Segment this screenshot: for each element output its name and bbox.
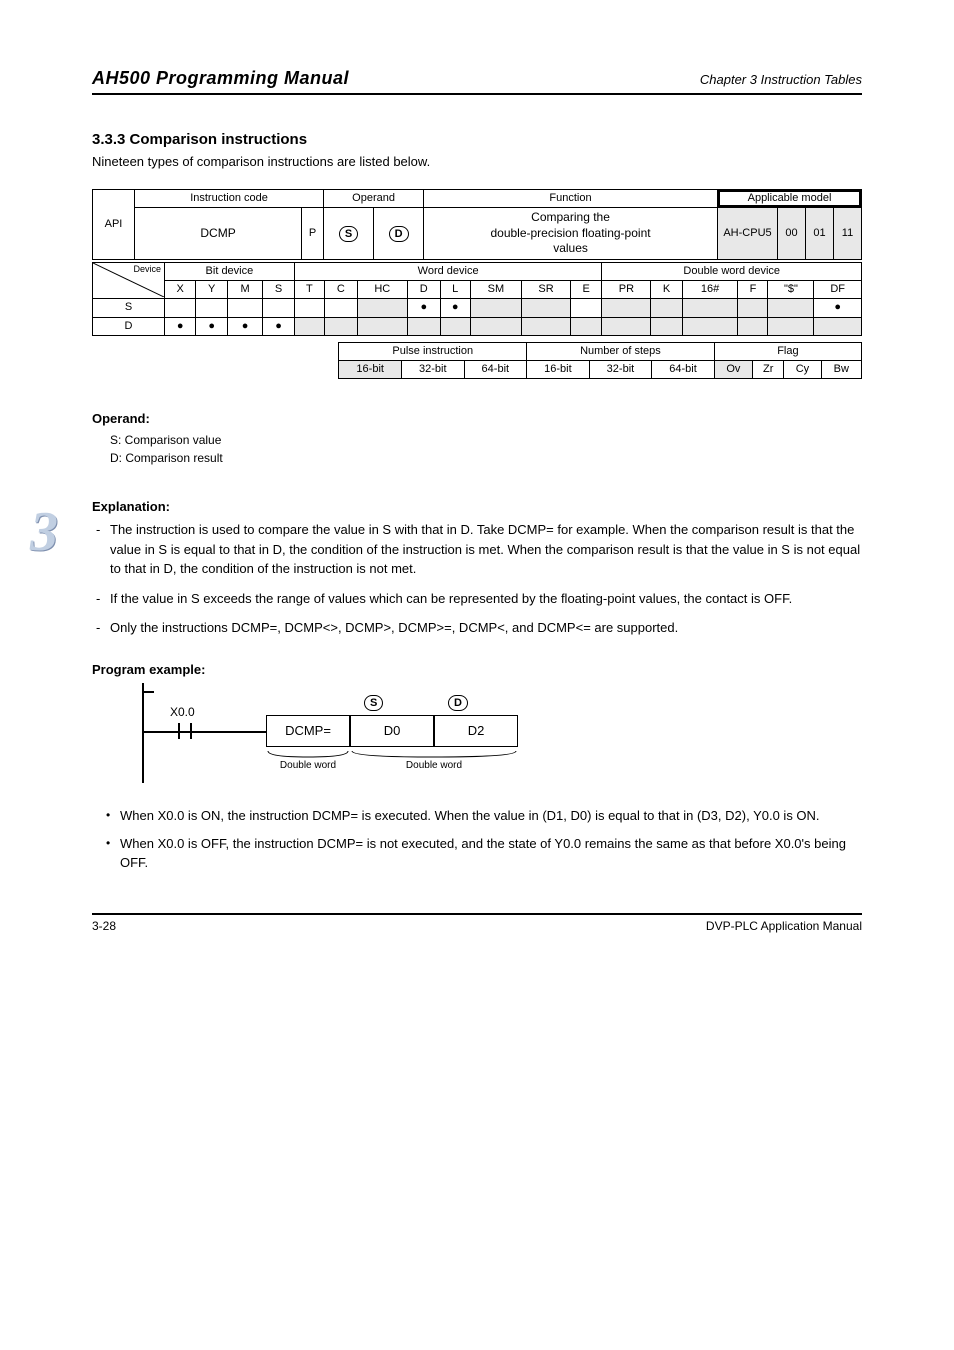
- diag-cell: Device: [93, 262, 165, 298]
- explanation-list: The instruction is used to compare the v…: [92, 520, 862, 638]
- pulse-label: Pulse instruction: [339, 342, 527, 360]
- row-d: D ● ● ● ●: [93, 317, 862, 335]
- section-subtitle: Nineteen types of comparison instruction…: [92, 154, 862, 169]
- operand-section-title: Operand:: [92, 409, 862, 429]
- explanation-item-1: If the value in S exceeds the range of v…: [110, 589, 862, 609]
- box-inst: DCMP=: [266, 715, 350, 747]
- chapter-number-decor: 3: [30, 500, 58, 564]
- explanation-title: Explanation:: [92, 497, 862, 517]
- mnemonic: DCMP: [135, 208, 302, 260]
- page-header-right: Chapter 3 Instruction Tables: [700, 72, 862, 87]
- function-label: Function: [424, 190, 718, 208]
- instruction-box: DCMP= D0 D2: [266, 715, 518, 747]
- brace-2: Double word: [350, 749, 518, 771]
- operand-matrix: Device Bit device Word device Double wor…: [92, 262, 862, 336]
- dword-device-label: Double word device: [602, 262, 862, 280]
- operand-line-d: D: Comparison result: [110, 449, 862, 467]
- model-1: 00: [778, 208, 806, 260]
- operand-d: D: [374, 208, 424, 260]
- program-example-title: Program example:: [92, 662, 862, 677]
- instruction-code-label: Instruction code: [135, 190, 324, 208]
- flag-label: Flag: [714, 342, 861, 360]
- section-title: 3.3.3 Comparison instructions: [92, 131, 862, 148]
- bit-device-label: Bit device: [165, 262, 295, 280]
- brace-1: Double word: [266, 749, 350, 771]
- program-desc-list: When X0.0 is ON, the instruction DCMP= i…: [92, 807, 862, 874]
- pulse-p: P: [302, 208, 324, 260]
- page-header-left: AH500 Programming Manual: [92, 68, 349, 89]
- operand-s: S: [324, 208, 374, 260]
- s-oval: S: [364, 695, 383, 711]
- api-table: API Instruction code Operand Function Ap…: [92, 189, 862, 260]
- box-d: D2: [434, 715, 518, 747]
- d-oval: D: [448, 695, 468, 711]
- explanation-item-2: Only the instructions DCMP=, DCMP<>, DCM…: [110, 618, 862, 638]
- applicable-model-label: Applicable model: [718, 190, 862, 208]
- footer-rule: [92, 913, 862, 915]
- pulse-step-flag-table: Pulse instruction Number of steps Flag 1…: [338, 342, 862, 379]
- program-desc-1: When X0.0 is OFF, the instruction DCMP= …: [120, 835, 862, 873]
- model-0: AH-CPU5: [718, 208, 778, 260]
- contact-icon: [174, 721, 196, 741]
- footer-right: DVP-PLC Application Manual: [706, 919, 862, 933]
- operand-label: Operand: [324, 190, 424, 208]
- contact-label: X0.0: [170, 705, 195, 719]
- box-s: D0: [350, 715, 434, 747]
- header-rule: [92, 93, 862, 95]
- ladder-diagram: X0.0 S D DCMP= D0 D2 Double word Double …: [142, 683, 562, 793]
- steps-label: Number of steps: [527, 342, 715, 360]
- row-s: S ● ● ●: [93, 299, 862, 317]
- explanation-item-0: The instruction is used to compare the v…: [110, 520, 862, 579]
- function-text: Comparing the double-precision floating-…: [424, 208, 718, 260]
- model-3: 11: [834, 208, 862, 260]
- model-2: 01: [806, 208, 834, 260]
- program-desc-0: When X0.0 is ON, the instruction DCMP= i…: [120, 807, 862, 826]
- footer-left: 3-28: [92, 919, 116, 933]
- word-device-label: Word device: [294, 262, 602, 280]
- api-label: API: [93, 190, 135, 260]
- operand-line-s: S: Comparison value: [110, 431, 862, 449]
- device-header-row: X Y M S T C HC D L SM SR E PR K 16# F "$…: [93, 281, 862, 299]
